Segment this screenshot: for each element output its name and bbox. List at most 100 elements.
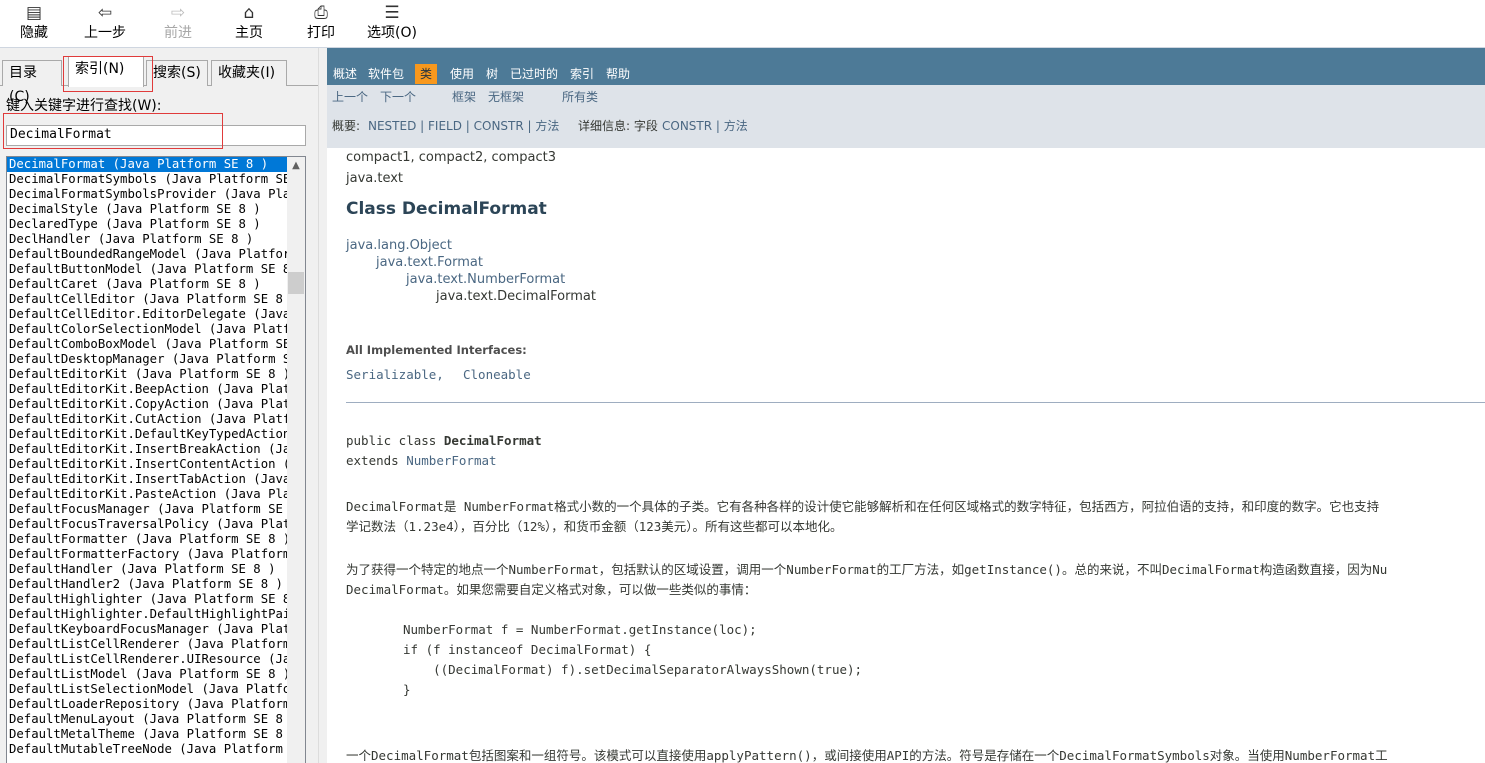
index-list-item[interactable]: DecimalFormatSymbolsProvider (Java Platf… (7, 187, 287, 202)
index-list-item[interactable]: DefaultHandler2 (Java Platform SE 8 ) (7, 577, 287, 592)
index-list-item[interactable]: DefaultButtonModel (Java Platform SE 8 ) (7, 262, 287, 277)
index-list-item[interactable]: DefaultDesktopManager (Java Platform SE … (7, 352, 287, 367)
index-list-item[interactable]: DefaultHighlighter (Java Platform SE 8 ) (7, 592, 287, 607)
index-list-items: DecimalFormat (Java Platform SE 8 ) Decim… (7, 157, 287, 757)
index-list-item[interactable]: DefaultFormatterFactory (Java Platform S… (7, 547, 287, 562)
options-button[interactable]: ☰ 选项(O) (362, 2, 422, 46)
declaration-line-1: public class DecimalFormat (346, 433, 542, 448)
decl-modifiers: public class (346, 433, 444, 448)
hierarchy-format[interactable]: java.text.Format (376, 255, 483, 270)
home-button[interactable]: ⌂ 主页 (229, 2, 269, 46)
decl-extends: extends (346, 453, 407, 468)
nav-use[interactable]: 使用 (450, 64, 474, 84)
index-list-item[interactable]: DefaultCaret (Java Platform SE 8 ) (7, 277, 287, 292)
nav-deprecated[interactable]: 已过时的 (510, 64, 558, 84)
tab-index[interactable]: 索引(N) (68, 56, 144, 87)
interfaces-label: All Implemented Interfaces: (346, 343, 527, 357)
nav-tree[interactable]: 树 (486, 64, 498, 84)
index-list-item[interactable]: DefaultFocusTraversalPolicy (Java Platfo… (7, 517, 287, 532)
index-list-item[interactable]: DecimalFormat (Java Platform SE 8 ) (7, 157, 287, 172)
nav-package[interactable]: 软件包 (368, 64, 404, 84)
nav-overview[interactable]: 概述 (333, 64, 357, 84)
index-list-item[interactable]: DefaultHighlighter.DefaultHighlightPaint… (7, 607, 287, 622)
index-list-item[interactable]: DefaultMetalTheme (Java Platform SE 8 ) (7, 727, 287, 742)
package-name: java.text (346, 171, 404, 186)
tab-favorites[interactable]: 收藏夹(I) (211, 60, 287, 86)
index-list-item[interactable]: DefaultEditorKit.InsertContentAction (Ja… (7, 457, 287, 472)
back-button[interactable]: ⇦ 上一步 (78, 2, 132, 46)
para3-line1: 一个DecimalFormat包括图案和一组符号。该模式可以直接使用applyP… (346, 748, 1388, 763)
index-list-item[interactable]: DefaultEditorKit.InsertTabAction (Java P… (7, 472, 287, 487)
index-list[interactable]: DecimalFormat (Java Platform SE 8 ) Decim… (6, 156, 306, 763)
navigation-pane: 目录(C) 索引(N) 搜索(S) 收藏夹(I) 键入关键字进行查找(W): D… (0, 48, 318, 763)
divider (346, 402, 1485, 403)
index-list-item[interactable]: DefaultEditorKit.CopyAction (Java Platfo… (7, 397, 287, 412)
tab-contents[interactable]: 目录(C) (2, 60, 62, 105)
decl-class-name: DecimalFormat (443, 433, 542, 448)
index-list-item[interactable]: DefaultMenuLayout (Java Platform SE 8 ) (7, 712, 287, 727)
para2-line1: 为了获得一个特定的地点一个NumberFormat，包括默认的区域设置，调用一个… (346, 562, 1388, 577)
decl-superclass-link[interactable]: NumberFormat (406, 453, 496, 468)
index-list-item[interactable]: DeclHandler (Java Platform SE 8 ) (7, 232, 287, 247)
keyword-input[interactable]: DecimalFormat (6, 125, 306, 146)
index-list-item[interactable]: DefaultEditorKit.InsertBreakAction (Java… (7, 442, 287, 457)
hierarchy-numberformat[interactable]: java.text.NumberFormat (406, 272, 565, 287)
index-list-item[interactable]: DefaultListCellRenderer.UIResource (Java… (7, 652, 287, 667)
tab-search[interactable]: 搜索(S) (146, 60, 208, 86)
all-classes-link[interactable]: 所有类 (562, 88, 598, 105)
back-arrow-icon: ⇦ (97, 3, 113, 23)
index-list-item[interactable]: DefaultKeyboardFocusManager (Java Platfo… (7, 622, 287, 637)
no-frames-link[interactable]: 无框架 (488, 88, 524, 105)
index-list-item[interactable]: DecimalFormatSymbols (Java Platform SE 8… (7, 172, 287, 187)
index-list-item[interactable]: DefaultListModel (Java Platform SE 8 ) (7, 667, 287, 682)
para1-line2: 学记数法（1.23e4），百分比（12%），和货币金额（123美元）。所有这些都… (346, 519, 843, 534)
scroll-thumb[interactable] (288, 272, 304, 294)
home-icon: ⌂ (243, 3, 255, 23)
index-list-item[interactable]: DefaultListCellRenderer (Java Platform S… (7, 637, 287, 652)
index-list-item[interactable]: DefaultMutableTreeNode (Java Platform SE… (7, 742, 287, 757)
forward-button[interactable]: ⇨ 前进 (158, 2, 198, 46)
index-list-item[interactable]: DefaultListSelectionModel (Java Platform… (7, 682, 287, 697)
nav-index[interactable]: 索引 (570, 64, 594, 84)
index-list-item[interactable]: DefaultEditorKit (Java Platform SE 8 ) (7, 367, 287, 382)
frames-link[interactable]: 框架 (452, 88, 476, 105)
summary-links[interactable]: NESTED | FIELD | CONSTR | 方法 (368, 117, 559, 134)
index-list-item[interactable]: DefaultBoundedRangeModel (Java Platform … (7, 247, 287, 262)
code-line-4: } (403, 682, 411, 697)
index-list-item[interactable]: DefaultCellEditor.EditorDelegate (Java P… (7, 307, 287, 322)
index-list-item[interactable]: DefaultFocusManager (Java Platform SE 8 … (7, 502, 287, 517)
forward-arrow-icon: ⇨ (170, 3, 186, 23)
prev-class-link[interactable]: 上一个 (332, 88, 368, 105)
toolbar: ▤ 隐藏 ⇦ 上一步 ⇨ 前进 ⌂ 主页 ⎙ 打印 ☰ 选项(O) (0, 0, 1485, 48)
nav-help[interactable]: 帮助 (606, 64, 630, 84)
index-list-item[interactable]: DefaultCellEditor (Java Platform SE 8 ) (7, 292, 287, 307)
para1-line1: DecimalFormat是 NumberFormat格式小数的一个具体的子类。… (346, 499, 1380, 514)
scroll-up-arrow-icon[interactable]: ▲ (287, 157, 305, 174)
index-list-item[interactable]: DefaultEditorKit.PasteAction (Java Platf… (7, 487, 287, 502)
detail-links[interactable]: CONSTR | 方法 (662, 117, 748, 134)
index-list-item[interactable]: DefaultEditorKit.DefaultKeyTypedAction (… (7, 427, 287, 442)
nav-class: 类 (415, 64, 438, 84)
index-list-item[interactable]: DefaultEditorKit.CutAction (Java Platfor… (7, 412, 287, 427)
index-list-item[interactable]: DefaultHandler (Java Platform SE 8 ) (7, 562, 287, 577)
index-list-item[interactable]: DefaultComboBoxModel (Java Platform SE 8… (7, 337, 287, 352)
hierarchy-object[interactable]: java.lang.Object (346, 238, 452, 253)
interface-cloneable[interactable]: Cloneable (463, 367, 531, 382)
code-line-2: if (f instanceof DecimalFormat) { (403, 642, 652, 657)
printer-icon: ⎙ (314, 3, 328, 23)
index-list-item[interactable]: DefaultLoaderRepository (Java Platform S… (7, 697, 287, 712)
hide-button[interactable]: ▤ 隐藏 (14, 2, 54, 46)
index-list-item[interactable]: DefaultFormatter (Java Platform SE 8 ) (7, 532, 287, 547)
pane-splitter[interactable] (318, 48, 327, 763)
interface-serializable[interactable]: Serializable, (346, 367, 444, 382)
keyword-label: 键入关键字进行查找(W): (6, 98, 162, 114)
top-navbar: 概述 软件包 类 使用 树 已过时的 索引 帮助 (327, 48, 1485, 85)
index-list-item[interactable]: DefaultColorSelectionModel (Java Platfor… (7, 322, 287, 337)
index-list-item[interactable]: DefaultEditorKit.BeepAction (Java Platfo… (7, 382, 287, 397)
print-button[interactable]: ⎙ 打印 (301, 2, 341, 46)
list-scrollbar[interactable]: ▲ (287, 157, 305, 763)
next-class-link[interactable]: 下一个 (380, 88, 416, 105)
index-list-item[interactable]: DeclaredType (Java Platform SE 8 ) (7, 217, 287, 232)
detail-label: 详细信息: 字段 (578, 119, 658, 133)
index-list-item[interactable]: DecimalStyle (Java Platform SE 8 ) (7, 202, 287, 217)
